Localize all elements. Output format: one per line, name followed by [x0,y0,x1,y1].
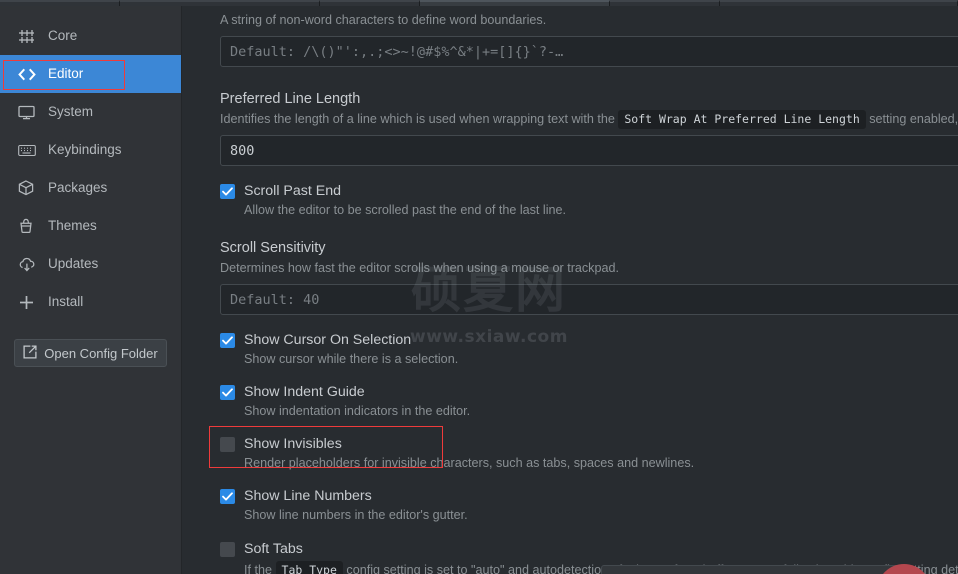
checkbox-description: Allow the editor to be scrolled past the… [244,203,567,217]
editor-tab[interactable] [320,0,420,6]
setting-scroll-sensitivity: Scroll Sensitivity Determines how fast t… [183,228,958,315]
description-part-before: If the [244,563,273,574]
scroll-past-end-checkbox-row[interactable]: Scroll Past End [220,173,958,199]
editor-tab[interactable] [0,0,120,6]
setting-description: A string of non-word characters to defin… [220,13,547,27]
description-part-after: setting enabled, in number of characters… [869,112,958,126]
settings-main-panel[interactable]: Non Word Characters A string of non-word… [183,6,958,574]
setting-title: Preferred Line Length [220,91,361,107]
settings-window: Core Editor System Keybindings Packages … [0,0,958,574]
setting-show-indent-guide: Show Indent Guide Show indentation indic… [183,374,958,418]
setting-description: Determines how fast the editor scrolls w… [220,261,619,275]
code-icon [18,65,38,83]
external-link-icon [23,344,37,362]
input-placeholder-text: Default: 40 [230,291,320,308]
preferred-line-length-input[interactable]: 800 [220,135,958,166]
checkbox-label: Soft Tabs [244,541,303,558]
checkbox-checked-icon[interactable] [220,184,235,199]
sidebar-item-label: Core [48,27,78,43]
checkbox-description: Render placeholders for invisible charac… [244,456,695,470]
checkbox-description: Show indentation indicators in the edito… [244,404,471,418]
checkbox-description: Show line numbers in the editor's gutter… [244,508,468,522]
paintbucket-icon [18,217,38,235]
sidebar-item-install[interactable]: Install [0,283,181,321]
setting-show-line-numbers: Show Line Numbers Show line numbers in t… [183,478,958,522]
sidebar-item-updates[interactable]: Updates [0,245,181,283]
sidebar-item-keybindings[interactable]: Keybindings [0,131,181,169]
non-word-characters-input[interactable]: Default: /\()"':,.;<>~!@#$%^&*|+=[]{}`?-… [220,36,958,67]
setting-title: Scroll Sensitivity [220,240,326,256]
show-line-numbers-checkbox-row[interactable]: Show Line Numbers [220,478,958,504]
editor-tab[interactable] [120,0,320,6]
show-cursor-on-selection-checkbox-row[interactable]: Show Cursor On Selection [220,322,958,348]
checkbox-checked-icon[interactable] [220,489,235,504]
setting-preferred-line-length: Preferred Line Length Identifies the len… [183,79,958,166]
editor-tab[interactable] [610,0,720,6]
plus-icon [18,293,38,311]
sidebar-item-label: Keybindings [48,141,122,157]
tab-bar [0,0,958,6]
open-config-folder-label: Open Config Folder [44,345,158,361]
checkbox-unchecked-icon[interactable] [220,542,235,557]
sidebar-item-label: System [48,103,94,119]
sidebar-item-editor[interactable]: Editor [0,55,181,93]
open-config-folder-button[interactable]: Open Config Folder [14,339,167,367]
sidebar-item-label: Themes [48,217,97,233]
checkbox-label: Show Invisibles [244,436,342,453]
input-placeholder-text: Default: /\()"':,.;<>~!@#$%^&*|+=[]{}`?-… [230,43,564,60]
monitor-icon [18,103,38,121]
setting-description: Identifies the length of a line which is… [220,110,958,129]
setting-show-cursor-on-selection: Show Cursor On Selection Show cursor whi… [183,322,958,366]
settings-scroll-content: Non Word Characters A string of non-word… [183,6,958,574]
checkbox-checked-icon[interactable] [220,385,235,400]
setting-non-word-characters: Non Word Characters A string of non-word… [183,6,958,67]
sidebar-item-label: Packages [48,179,108,195]
input-value-text: 800 [230,142,255,159]
show-invisibles-checkbox-row[interactable]: Show Invisibles [220,426,958,452]
sidebar-item-packages[interactable]: Packages [0,169,181,207]
checkbox-checked-icon[interactable] [220,333,235,348]
setting-show-invisibles: Show Invisibles Render placeholders for … [183,426,958,470]
sidebar-item-core[interactable]: Core [0,17,181,55]
show-indent-guide-checkbox-row[interactable]: Show Indent Guide [220,374,958,400]
checkbox-label: Scroll Past End [244,183,341,200]
tab-type-code-badge: Tab Type [275,561,343,574]
checkbox-description: Show cursor while there is a selection. [244,352,459,366]
setting-title: Non Word Characters [220,6,958,8]
sidebar-item-label: Install [48,293,84,309]
checkbox-label: Show Cursor On Selection [244,332,412,349]
settings-tab[interactable] [420,0,610,6]
checkbox-label: Show Indent Guide [244,384,365,401]
keyboard-icon [18,141,38,159]
editor-tab[interactable] [720,0,958,6]
cloud-down-icon [18,255,38,273]
sidebar-item-label: Updates [48,255,99,271]
sidebar-item-system[interactable]: System [0,93,181,131]
bottom-text-input[interactable] [601,565,911,574]
sliders-icon [18,27,38,45]
sidebar-item-themes[interactable]: Themes [0,207,181,245]
package-icon [18,179,38,197]
settings-sidebar: Core Editor System Keybindings Packages … [0,6,182,574]
checkbox-label: Show Line Numbers [244,488,372,505]
scroll-sensitivity-input[interactable]: Default: 40 [220,284,958,315]
soft-tabs-checkbox-row[interactable]: Soft Tabs [220,531,958,557]
soft-wrap-code-badge: Soft Wrap At Preferred Line Length [618,110,866,129]
checkbox-unchecked-icon[interactable] [220,437,235,452]
sidebar-item-label: Editor [48,65,84,81]
setting-scroll-past-end: Scroll Past End Allow the editor to be s… [183,173,958,217]
description-part-before: Identifies the length of a line which is… [220,112,615,126]
